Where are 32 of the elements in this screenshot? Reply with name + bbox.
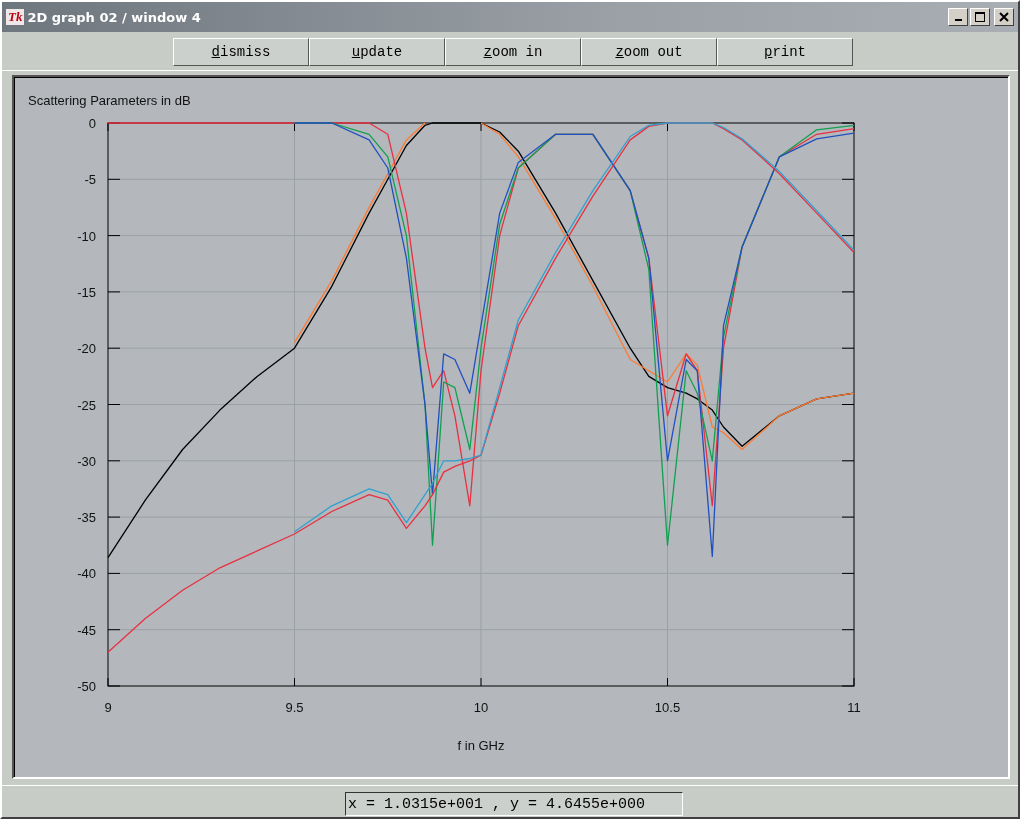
window-title: 2D graph 02 / window 4 <box>27 9 202 25</box>
x-tick-label: 9.5 <box>285 700 304 715</box>
y-tick-label: -10 <box>77 228 96 244</box>
toolbar-button[interactable]: dismiss <box>173 38 309 66</box>
x-tick-label: 10.5 <box>654 700 681 715</box>
minimize-button[interactable] <box>948 8 968 26</box>
y-tick-label: -30 <box>77 453 96 469</box>
y-tick-label: -50 <box>77 679 96 694</box>
y-tick-label: -45 <box>77 622 96 638</box>
y-tick-label: -15 <box>77 284 96 300</box>
y-tick-label: -40 <box>77 566 96 582</box>
y-tick-label: -35 <box>77 510 96 526</box>
y-tick-label: -5 <box>84 172 96 188</box>
maximize-button[interactable] <box>970 8 990 26</box>
x-tick-label: 9 <box>104 700 112 715</box>
close-button[interactable] <box>994 8 1014 26</box>
y-tick-label: 0 <box>88 116 96 131</box>
x-axis-label: f in GHz <box>457 738 505 753</box>
maximize-icon <box>975 12 985 22</box>
x-tick-label: 10 <box>473 700 489 715</box>
toolbar-button[interactable]: zoom in <box>445 38 581 66</box>
app-logo: Tk <box>6 9 25 25</box>
toolbar-button[interactable]: print <box>717 38 853 66</box>
y-tick-label: -20 <box>77 341 96 357</box>
toolbar-button[interactable]: update <box>309 38 445 66</box>
toolbar-button[interactable]: zoom out <box>581 38 717 66</box>
coordinate-field[interactable]: x = 1.0315e+001 , y = 4.6455e+000 <box>345 792 683 816</box>
y-tick-label: -25 <box>77 397 96 413</box>
x-tick-label: 11 <box>847 700 861 715</box>
minimize-icon <box>954 19 962 21</box>
y-axis-label: Scattering Parameters in dB <box>28 93 191 108</box>
close-icon <box>999 12 1009 22</box>
